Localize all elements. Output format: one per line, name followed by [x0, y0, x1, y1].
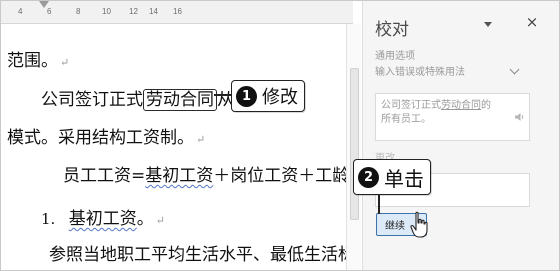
pane-title: 校对 — [375, 20, 409, 40]
section-subtitle: 输入错误或特殊用法 — [375, 67, 465, 78]
doc-line: 模式。采用结构工资制。 ↵ — [7, 123, 205, 148]
ruler-tick: 6 — [47, 7, 52, 16]
doc-text: 员工工资= — [63, 166, 146, 186]
word-window: 4 6 8 10 12 14 16 范围。 ↵ 公司签订正式 劳动合同从 模式。采用… — [0, 0, 560, 271]
edited-word: 劳动合同 — [146, 90, 214, 110]
list-number: 1. — [41, 210, 56, 228]
cursor-icon — [410, 211, 428, 238]
proofing-pane: 校对 × 通用选项 输入错误或特殊用法 公司签订正式劳动合同的 所有员工。 更改… — [362, 1, 559, 270]
flagged-heading[interactable]: 基初工资 — [69, 209, 137, 229]
ruler-tick: 16 — [173, 7, 182, 16]
document-page[interactable]: 范围。 ↵ 公司签订正式 劳动合同从 模式。采用结构工资制。 ↵ 员工工资=基初工资＋… — [1, 24, 346, 270]
section-label: 通用选项 — [375, 51, 415, 62]
suggestion-line: 公司签订正式劳动合同的 — [381, 99, 529, 113]
doc-line: 1. 基初工资。 ↵ — [41, 204, 165, 229]
suggestion-underlined: 劳动合同 — [441, 100, 481, 111]
close-icon[interactable]: × — [523, 13, 541, 31]
doc-line: 参照当地职工平均生活水平、最低生活标 — [49, 240, 346, 265]
doc-text: 。 — [136, 209, 154, 229]
paragraph-mark: ↵ — [60, 56, 70, 69]
paragraph-mark: ↵ — [155, 214, 165, 227]
callout-step-1: 1 修改 — [231, 80, 305, 112]
paragraph-mark: ↵ — [196, 133, 206, 146]
doc-line: 员工工资=基初工资＋岗位工资＋工龄 — [63, 161, 346, 186]
doc-text: ＋岗位工资＋工龄 — [213, 166, 346, 186]
step-number-badge: 2 — [358, 166, 379, 188]
doc-line: 公司签订正式 劳动合同从 — [41, 85, 234, 111]
callout-step-2: 2 单击 — [353, 159, 431, 195]
callout-text: 修改 — [262, 87, 298, 108]
callout-text: 单击 — [384, 166, 424, 191]
scrollbar-thumb[interactable] — [350, 68, 359, 220]
edited-word-highlight[interactable]: 劳动合同 — [143, 89, 217, 111]
suggestion-text: 的 — [481, 100, 491, 111]
continue-button-label: 继续 — [385, 221, 405, 232]
ruler-tick: 4 — [18, 7, 23, 16]
chevron-down-icon[interactable] — [509, 64, 520, 75]
doc-text: 模式。采用结构工资制。 — [7, 128, 194, 148]
suggestion-text: 公司签订正式 — [381, 100, 441, 111]
step-number-badge: 1 — [236, 85, 257, 107]
doc-text: 范围。 — [7, 51, 58, 71]
ruler-tick: 8 — [76, 7, 81, 16]
callout-connector — [214, 94, 232, 96]
flagged-word[interactable]: 基初工资 — [145, 166, 213, 186]
ruler-tick: 10 — [102, 7, 111, 16]
callout-connector — [378, 195, 380, 214]
speaker-icon[interactable] — [514, 112, 526, 122]
horizontal-ruler[interactable]: 4 6 8 10 12 14 16 — [1, 1, 353, 24]
dropdown-icon[interactable] — [484, 22, 492, 27]
ruler-tick: 14 — [149, 7, 158, 16]
doc-text: 参照当地职工平均生活水平、最低生活标 — [49, 245, 346, 265]
ruler-tick: 12 — [129, 7, 138, 16]
suggestion-box: 公司签订正式劳动合同的 所有员工。 — [375, 93, 530, 141]
suggestion-line: 所有员工。 — [381, 113, 529, 127]
doc-line: 范围。 ↵ — [7, 46, 69, 71]
suggestion-text: 所有员工。 — [381, 114, 431, 125]
doc-text: 公司签订正式 — [41, 90, 143, 110]
vertical-scrollbar[interactable] — [346, 24, 361, 270]
